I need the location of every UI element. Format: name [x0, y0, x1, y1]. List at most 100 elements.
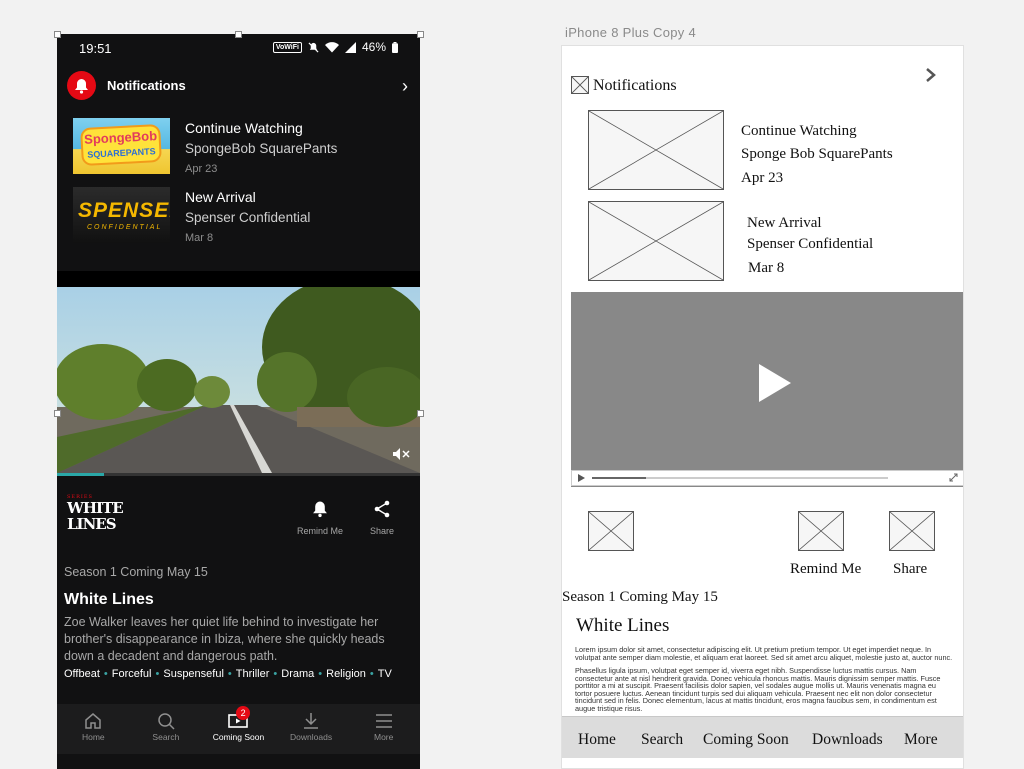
road-scene	[57, 287, 420, 473]
notification-type: New Arrival	[185, 189, 256, 205]
nav-more[interactable]: More	[347, 704, 420, 754]
wireframe-artboard: Notifications Continue Watching Sponge B…	[561, 45, 964, 769]
thumbnail-placeholder	[588, 110, 724, 190]
battery-icon	[392, 41, 398, 53]
wire-item2-line3: Mar 8	[748, 260, 785, 276]
nav-label: Home	[81, 732, 105, 742]
nav-home[interactable]: Home	[57, 704, 130, 754]
play-icon[interactable]	[759, 364, 791, 402]
thumb-title: SPENSER	[78, 199, 170, 222]
wire-scrubber[interactable]	[592, 477, 888, 479]
notification-icon-placeholder	[571, 76, 589, 94]
show-logo: SERIES WHITE LINES	[67, 494, 124, 548]
share-label: Share	[369, 526, 395, 536]
bell-icon	[313, 501, 327, 518]
wire-remind-label: Remind Me	[790, 561, 862, 577]
phone-screenshot: 19:51 VoWiFi 46% Notifications › SpongeB…	[57, 34, 420, 769]
video-preview[interactable]	[57, 287, 420, 473]
wire-bottom-nav: Home Search Coming Soon Downloads More	[562, 716, 963, 758]
bell-icon	[67, 71, 96, 100]
bottom-nav: Home Search 2 Coming Soon Downloads More	[57, 704, 420, 754]
wire-notifications-title: Notifications	[593, 77, 677, 94]
selection-handle[interactable]	[54, 410, 61, 417]
wire-lorem-paragraph: Phasellus ligula ipsum, volutpat eget se…	[575, 666, 941, 713]
tag: Offbeat	[64, 668, 100, 680]
nav-downloads[interactable]: Downloads	[275, 704, 348, 754]
selection-handle[interactable]	[417, 410, 424, 417]
share-icon-placeholder[interactable]	[889, 511, 935, 551]
spenser-thumbnail: SPENSER CONFIDENTIAL	[73, 187, 170, 243]
tag: Religion	[326, 668, 366, 680]
thumb-subtitle: CONFIDENTIAL	[87, 224, 163, 231]
tag: Forceful	[111, 668, 152, 680]
notification-date: Apr 23	[185, 163, 218, 175]
wire-item2-line2: Spenser Confidential	[747, 236, 874, 252]
status-bar: 19:51 VoWiFi 46%	[57, 34, 420, 62]
nav-label: Downloads	[290, 732, 333, 742]
notification-title: SpongeBob SquarePants	[185, 141, 338, 156]
wire-share-label: Share	[893, 561, 928, 577]
status-time: 19:51	[79, 41, 112, 56]
artboard-label[interactable]: iPhone 8 Plus Copy 4	[565, 25, 696, 40]
mute-icon	[308, 41, 319, 53]
wire-nav-more[interactable]: More	[904, 731, 938, 749]
wire-item1-line1: Continue Watching	[741, 123, 857, 139]
wire-nav-home[interactable]: Home	[578, 731, 616, 749]
notification-type: Continue Watching	[185, 120, 303, 136]
fullscreen-icon[interactable]	[949, 473, 958, 482]
nav-label: Search	[152, 732, 180, 742]
wire-nav-search[interactable]: Search	[641, 731, 683, 749]
wire-item1-line2: Sponge Bob SquarePants	[741, 146, 893, 162]
selection-handle[interactable]	[235, 31, 242, 38]
mute-video-icon[interactable]	[392, 447, 410, 461]
wire-video-controls	[571, 470, 963, 486]
menu-icon	[375, 714, 392, 728]
thumbnail-placeholder	[588, 201, 724, 281]
selection-handle[interactable]	[417, 31, 424, 38]
notification-item-continue-watching[interactable]: SpongeBob SQUAREPANTS Continue Watching …	[57, 118, 420, 180]
tag: Thriller	[235, 668, 270, 680]
notifications-header[interactable]: Notifications ›	[57, 70, 420, 102]
remind-icon-placeholder[interactable]	[798, 511, 844, 551]
remind-me-button[interactable]: Remind Me	[290, 500, 350, 536]
genre-tags: Offbeat • Forceful • Suspenseful • Thriller • Dr…	[64, 668, 392, 680]
section-divider	[57, 271, 420, 287]
remind-me-label: Remind Me	[296, 526, 343, 536]
tag: Suspenseful	[163, 668, 224, 680]
vowifi-icon: VoWiFi	[272, 41, 302, 53]
logo-line1: WHITE	[67, 499, 124, 517]
notification-date: Mar 8	[185, 232, 214, 244]
download-icon	[304, 713, 319, 729]
logo-line2: LINES	[67, 515, 117, 533]
notification-title: Spenser Confidential	[185, 210, 311, 225]
chevron-right-icon[interactable]: ›	[402, 76, 408, 97]
play-icon[interactable]	[578, 474, 585, 482]
logo-placeholder	[588, 511, 634, 551]
spongebob-thumbnail: SpongeBob SQUAREPANTS	[73, 118, 170, 174]
show-title: White Lines	[64, 591, 154, 608]
wire-video-player[interactable]	[571, 292, 963, 487]
notification-item-new-arrival[interactable]: SPENSER CONFIDENTIAL New Arrival Spenser…	[57, 187, 420, 249]
share-icon	[374, 500, 390, 518]
nav-coming-soon[interactable]: 2 Coming Soon	[202, 704, 275, 754]
show-synopsis: Zoe Walker leaves her quiet life behind …	[64, 615, 385, 663]
wire-item2-line1: New Arrival	[747, 215, 822, 231]
tag: TV	[377, 668, 392, 680]
home-icon	[85, 713, 102, 729]
wire-lorem-paragraph: Lorem ipsum dolor sit amet, consectetur …	[575, 645, 953, 662]
wifi-icon	[324, 41, 339, 52]
video-progress-bar	[57, 473, 420, 476]
wire-nav-downloads[interactable]: Downloads	[812, 731, 883, 749]
wire-coming-date: Season 1 Coming May 15	[562, 589, 718, 605]
wire-nav-coming-soon[interactable]: Coming Soon	[703, 731, 789, 749]
share-button[interactable]: Share	[352, 500, 412, 536]
nav-search[interactable]: Search	[130, 704, 203, 754]
selection-handle[interactable]	[54, 31, 61, 38]
coming-date: Season 1 Coming May 15	[64, 565, 208, 579]
wire-show-title: White Lines	[576, 615, 670, 636]
thumb-title: SpongeBob	[83, 128, 158, 147]
notifications-title: Notifications	[107, 78, 186, 93]
search-icon	[158, 713, 175, 730]
chevron-right-icon[interactable]	[924, 68, 938, 82]
nav-label: Coming Soon	[212, 732, 265, 742]
